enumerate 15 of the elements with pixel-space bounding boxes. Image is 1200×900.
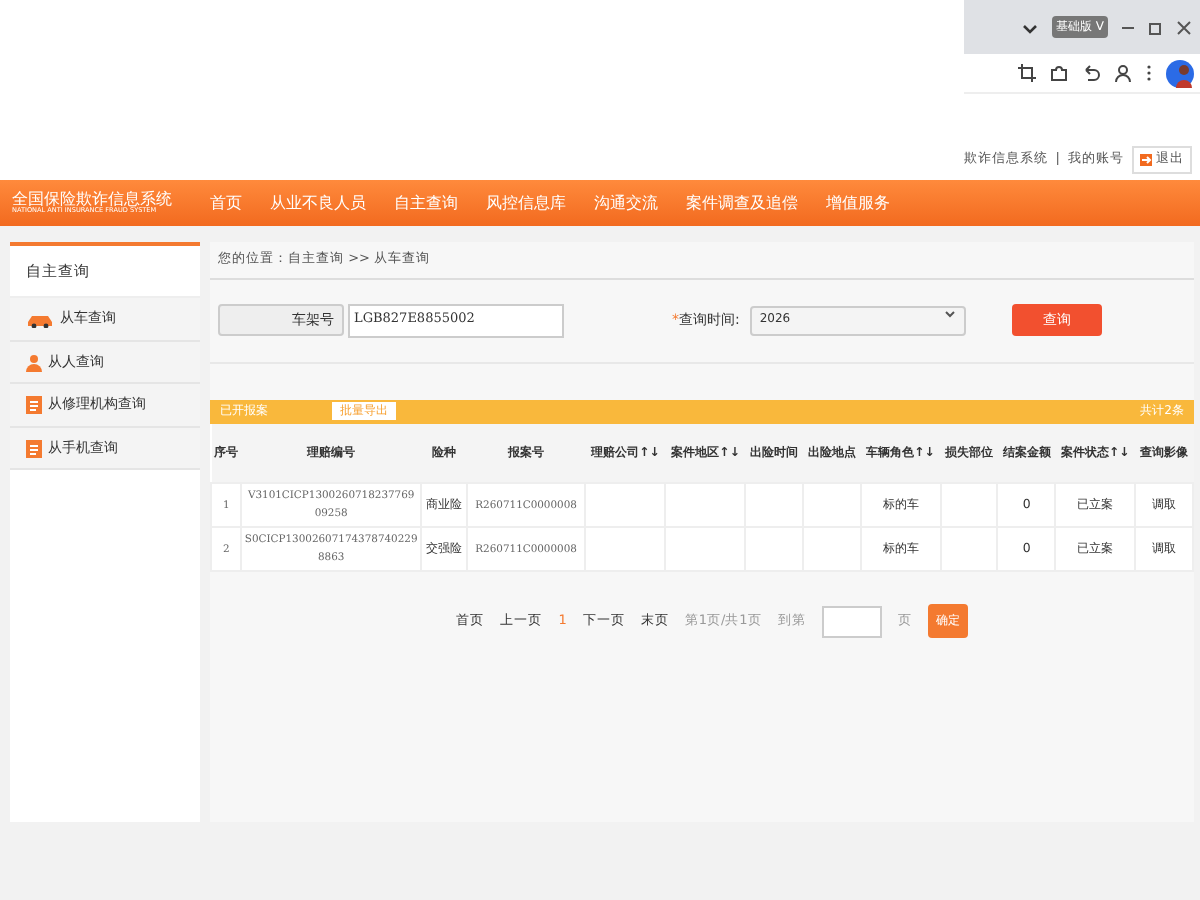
person-icon [26, 353, 42, 371]
logo-title: 全国保险欺诈信息系统 [12, 191, 174, 208]
car-icon [26, 311, 54, 327]
document-icon [26, 439, 42, 457]
avatar-icon [1166, 59, 1194, 87]
chevron-icon [943, 309, 956, 320]
more-icon [1146, 64, 1152, 82]
crop-icon [1018, 64, 1036, 82]
logout-icon [1140, 154, 1152, 167]
undo-icon [1082, 64, 1100, 82]
restore-icon [1148, 19, 1164, 35]
document-icon [26, 396, 42, 414]
page-field[interactable] [821, 605, 882, 638]
close-icon [1176, 19, 1192, 35]
profile-icon [1114, 64, 1132, 82]
